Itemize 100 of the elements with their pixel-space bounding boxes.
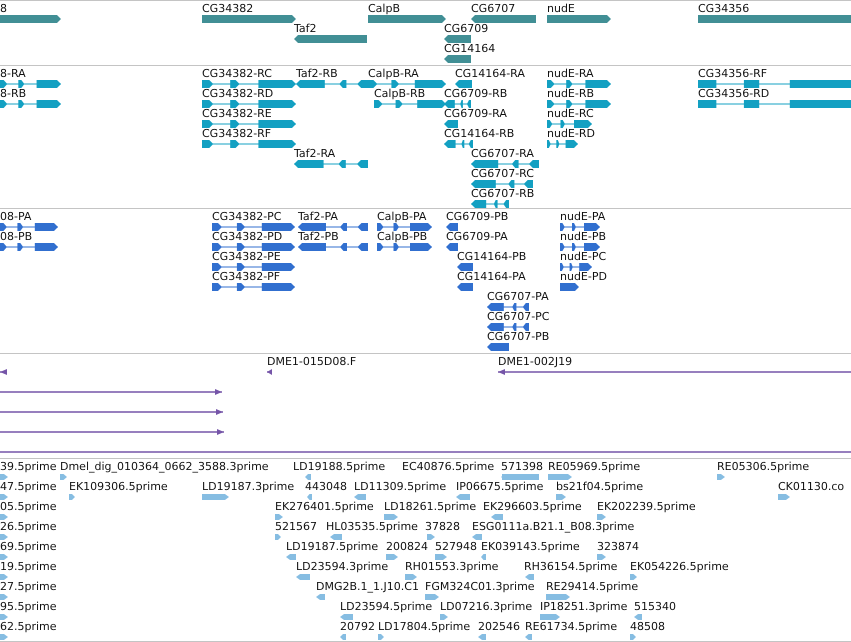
feature-label: nudE-PB — [560, 230, 606, 243]
feature-label: RE61734.5prime — [525, 620, 618, 633]
feature-label: RE29414.5prime — [546, 580, 638, 593]
feature-label: CG6707-RB — [471, 187, 534, 200]
feature-label: Taf2-RB — [296, 67, 338, 80]
feature-label: CG14164-PA — [457, 270, 526, 283]
feature-label: 05.5prime — [0, 500, 57, 513]
feature-label: CG14164-RA — [455, 67, 525, 80]
feature-label: 20792 — [340, 620, 375, 633]
feature-label: CG34382-RF — [202, 127, 272, 140]
feature-label: RH01553.3prime — [405, 560, 498, 573]
feature-label: nudE-RA — [547, 67, 594, 80]
feature-label: EK296603.5prime — [483, 500, 582, 513]
feature-label: LD19188.5prime — [293, 460, 386, 473]
feature-label: CalpB-PB — [377, 230, 428, 243]
feature-label: LD19187.5prime — [286, 540, 378, 553]
feature-label: RH36154.5prime — [524, 560, 618, 573]
feature-label: LD17804.5prime — [378, 620, 470, 633]
feature-label: 202546 — [478, 620, 520, 633]
feature-label: EC40876.5prime — [402, 460, 494, 473]
feature-label: CalpB-RA — [368, 67, 419, 80]
feature-label: 527948 — [435, 540, 477, 553]
feature-label: CG6707-PA — [487, 290, 549, 303]
feature-label: 26.5prime — [0, 520, 57, 533]
feature-label: CG34382-PD — [212, 230, 282, 243]
feature-label: CG6709-PB — [446, 210, 508, 223]
feature-label: EK039143.5prime — [481, 540, 580, 553]
feature-label: nudE — [547, 2, 575, 15]
feature-label: nudE-PD — [560, 270, 607, 283]
feature-label: CG34382-PC — [212, 210, 282, 223]
feature-label: EK276401.5prime — [275, 500, 374, 513]
feature-label: 571398 — [501, 460, 543, 473]
feature-label: DME1-015D08.F — [267, 355, 356, 368]
feature-label: IP06675.5prime — [456, 480, 544, 493]
feature-label: CalpB — [368, 2, 400, 15]
feature-label: 62.5prime — [0, 620, 57, 633]
feature-label: CalpB-RB — [374, 87, 426, 100]
feature-label: Taf2-PA — [298, 210, 338, 223]
feature-label: CK01130.co — [778, 480, 844, 493]
feature-label: CG14164-PB — [457, 250, 526, 263]
feature-label: 95.5prime — [0, 600, 57, 613]
feature-label: Taf2-PB — [298, 230, 339, 243]
feature-label: CG34356-RF — [698, 67, 768, 80]
feature-label: RE05969.5prime — [548, 460, 640, 473]
feature-label: LD19187.3prime — [202, 480, 294, 493]
feature-label: LD18261.5prime — [384, 500, 476, 513]
feature-label: 8-RA — [0, 67, 26, 80]
feature-label: CG34382-PF — [212, 270, 280, 283]
feature-label: CG34382-RE — [202, 107, 272, 120]
feature-label: EK054226.5prime — [630, 560, 729, 573]
feature-label: CG6707-RC — [471, 167, 534, 180]
feature-label: DME1-002J19 — [498, 355, 572, 368]
feature-label: ESG0111a.B21.1_B08.3prime — [472, 520, 634, 533]
feature-label: FGM324C01.3prime — [425, 580, 535, 593]
feature-label: LD07216.3prime — [440, 600, 532, 613]
feature-label: LD11309.5prime — [354, 480, 446, 493]
feature-label: 323874 — [597, 540, 639, 553]
feature-label: IP18251.3prime — [540, 600, 628, 613]
feature-label: 8 — [0, 2, 7, 15]
feature-label: CalpB-PA — [377, 210, 426, 223]
feature-label: RE05306.5prime — [717, 460, 810, 473]
feature-label: nudE-RB — [547, 87, 594, 100]
feature-label: CG6707-RA — [471, 147, 534, 160]
feature-label: 37828 — [425, 520, 460, 533]
feature-label: CG34382-RD — [202, 87, 274, 100]
feature-label: Dmel_dig_010364_0662_3588.3prime — [60, 460, 269, 473]
feature-label: CG34356 — [698, 2, 750, 15]
feature-label: CG34382 — [202, 2, 254, 15]
feature-label: CG34356-RD — [698, 87, 770, 100]
feature-label: CG6709-RB — [444, 87, 508, 100]
feature-label: 48508 — [630, 620, 665, 633]
feature-label: CG6707-PC — [487, 310, 550, 323]
feature-label: CG6709 — [444, 22, 488, 35]
feature-label: Taf2-RA — [294, 147, 336, 160]
feature-label: nudE-PA — [560, 210, 606, 223]
feature-label: 08-PB — [0, 230, 32, 243]
feature-label: CG6709-PA — [446, 230, 508, 243]
feature-label: 443048 — [305, 480, 347, 493]
feature-label: CG34382-RC — [202, 67, 272, 80]
feature-label: LD23594.3prime — [296, 560, 388, 573]
feature-label: CG6707-PB — [487, 330, 550, 343]
feature-label: bs21f04.5prime — [556, 480, 644, 493]
feature-label: 8-RB — [0, 87, 26, 100]
feature-label: HL03535.5prime — [326, 520, 418, 533]
feature-label: DMG2B.1_1.J10.C1 — [316, 580, 419, 593]
feature-label: 27.5prime — [0, 580, 57, 593]
feature-label: 521567 — [275, 520, 317, 533]
feature-label: EK202239.5prime — [597, 500, 696, 513]
feature-label: 08-PA — [0, 210, 32, 223]
feature-label: nudE-RD — [547, 127, 595, 140]
feature-label: 200824 — [386, 540, 428, 553]
feature-label: CG14164-RB — [444, 127, 514, 140]
feature-label: 47.5prime — [0, 480, 57, 493]
feature-label: LD23594.5prime — [340, 600, 432, 613]
feature-label: 69.5prime — [0, 540, 57, 553]
feature-label: CG14164 — [444, 42, 496, 55]
feature-label: CG6707 — [471, 2, 516, 15]
feature-label: 19.5prime — [0, 560, 57, 573]
feature-label: nudE-PC — [560, 250, 606, 263]
feature-label: nudE-RC — [547, 107, 594, 120]
